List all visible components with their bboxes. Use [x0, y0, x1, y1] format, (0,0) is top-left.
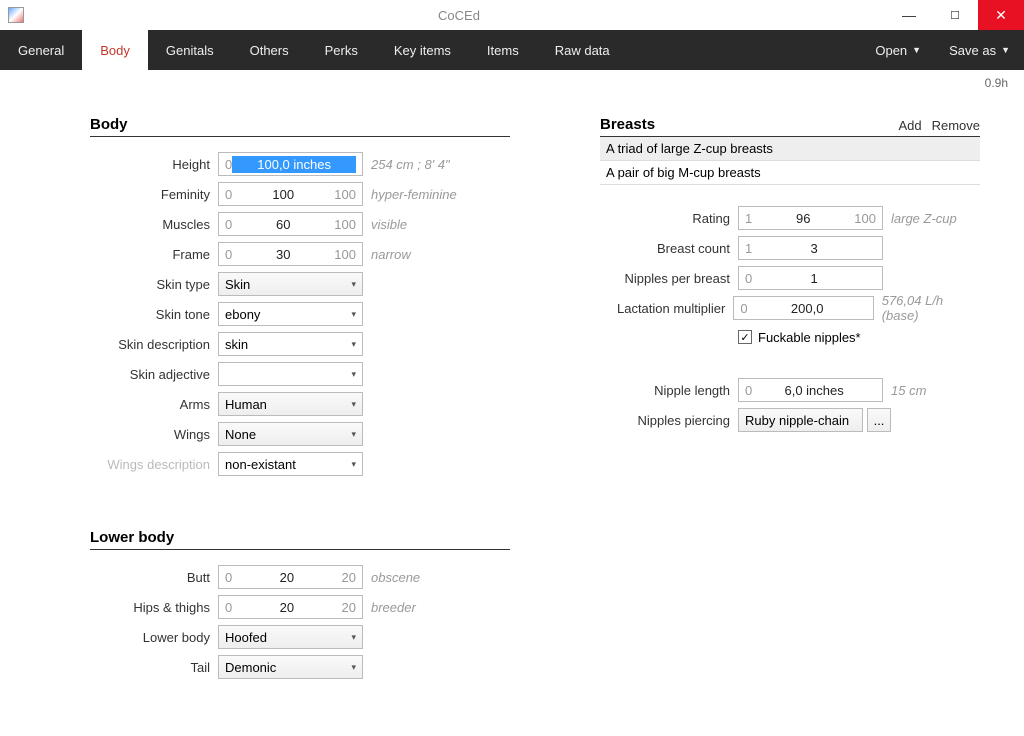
input-breast-count[interactable]: 13	[738, 236, 883, 260]
input-feminity[interactable]: 0100100	[218, 182, 363, 206]
chevron-down-icon: ▾	[351, 309, 356, 320]
titlebar: CoCEd — ☐ ✕	[0, 0, 1024, 30]
section-breasts-title: Breasts	[600, 116, 655, 133]
tab-raw-data[interactable]: Raw data	[537, 30, 628, 70]
combo-skin-desc[interactable]: skin▾	[218, 332, 363, 356]
input-height[interactable]: 0 100,0 inches	[218, 152, 363, 176]
combo-piercing[interactable]: Ruby nipple-chain	[738, 408, 863, 432]
combo-skin-tone[interactable]: ebony▾	[218, 302, 363, 326]
chevron-down-icon: ▾	[351, 429, 356, 440]
caret-down-icon: ▼	[912, 45, 921, 55]
tab-items[interactable]: Items	[469, 30, 537, 70]
close-button[interactable]: ✕	[978, 0, 1024, 30]
combo-wings[interactable]: None▾	[218, 422, 363, 446]
open-menu[interactable]: Open ▼	[861, 30, 935, 70]
combo-lower-body[interactable]: Hoofed▾	[218, 625, 363, 649]
input-frame[interactable]: 030100	[218, 242, 363, 266]
open-label: Open	[875, 43, 907, 58]
input-rating[interactable]: 196100	[738, 206, 883, 230]
remove-button[interactable]: Remove	[932, 118, 980, 133]
minimize-button[interactable]: —	[886, 0, 932, 30]
label-height: Height	[90, 157, 210, 172]
chevron-down-icon: ▾	[351, 279, 356, 290]
chevron-down-icon: ▾	[351, 632, 356, 643]
checkbox-fuckable[interactable]: ✓	[738, 330, 752, 344]
save-as-label: Save as	[949, 43, 996, 58]
maximize-button[interactable]: ☐	[932, 0, 978, 30]
chevron-down-icon: ▾	[351, 459, 356, 470]
input-nipples-per[interactable]: 01	[738, 266, 883, 290]
combo-skin-type[interactable]: Skin▾	[218, 272, 363, 296]
tab-perks[interactable]: Perks	[307, 30, 376, 70]
window-title: CoCEd	[32, 8, 886, 23]
label-feminity: Feminity	[90, 187, 210, 202]
combo-skin-adj[interactable]: ▾	[218, 362, 363, 386]
chevron-down-icon: ▾	[351, 662, 356, 673]
hint-height: 254 cm ; 8' 4"	[371, 157, 450, 172]
checkbox-fuckable-label: Fuckable nipples*	[758, 330, 861, 345]
tab-others[interactable]: Others	[232, 30, 307, 70]
combo-wings-desc[interactable]: non-existant▾	[218, 452, 363, 476]
tab-body[interactable]: Body	[82, 30, 148, 70]
add-button[interactable]: Add	[898, 118, 921, 133]
tab-general[interactable]: General	[0, 30, 82, 70]
app-icon	[8, 7, 24, 23]
chevron-down-icon: ▾	[351, 399, 356, 410]
section-lowerbody-title: Lower body	[90, 529, 510, 550]
version-label: 0.9h	[985, 76, 1008, 90]
combo-arms[interactable]: Human▾	[218, 392, 363, 416]
caret-down-icon: ▼	[1001, 45, 1010, 55]
input-lactation[interactable]: 0200,0	[733, 296, 873, 320]
input-nipple-length[interactable]: 06,0 inches	[738, 378, 883, 402]
section-body-title: Body	[90, 116, 510, 137]
input-muscles[interactable]: 060100	[218, 212, 363, 236]
tab-key-items[interactable]: Key items	[376, 30, 469, 70]
navbar: General Body Genitals Others Perks Key i…	[0, 30, 1024, 70]
list-item[interactable]: A triad of large Z-cup breasts	[600, 137, 980, 161]
chevron-down-icon: ▾	[351, 339, 356, 350]
input-butt[interactable]: 02020	[218, 565, 363, 589]
list-item[interactable]: A pair of big M-cup breasts	[600, 161, 980, 185]
piercing-details-button[interactable]: ...	[867, 408, 891, 432]
combo-tail[interactable]: Demonic▾	[218, 655, 363, 679]
input-hips[interactable]: 02020	[218, 595, 363, 619]
tab-genitals[interactable]: Genitals	[148, 30, 232, 70]
chevron-down-icon: ▾	[351, 369, 356, 380]
save-as-menu[interactable]: Save as ▼	[935, 30, 1024, 70]
